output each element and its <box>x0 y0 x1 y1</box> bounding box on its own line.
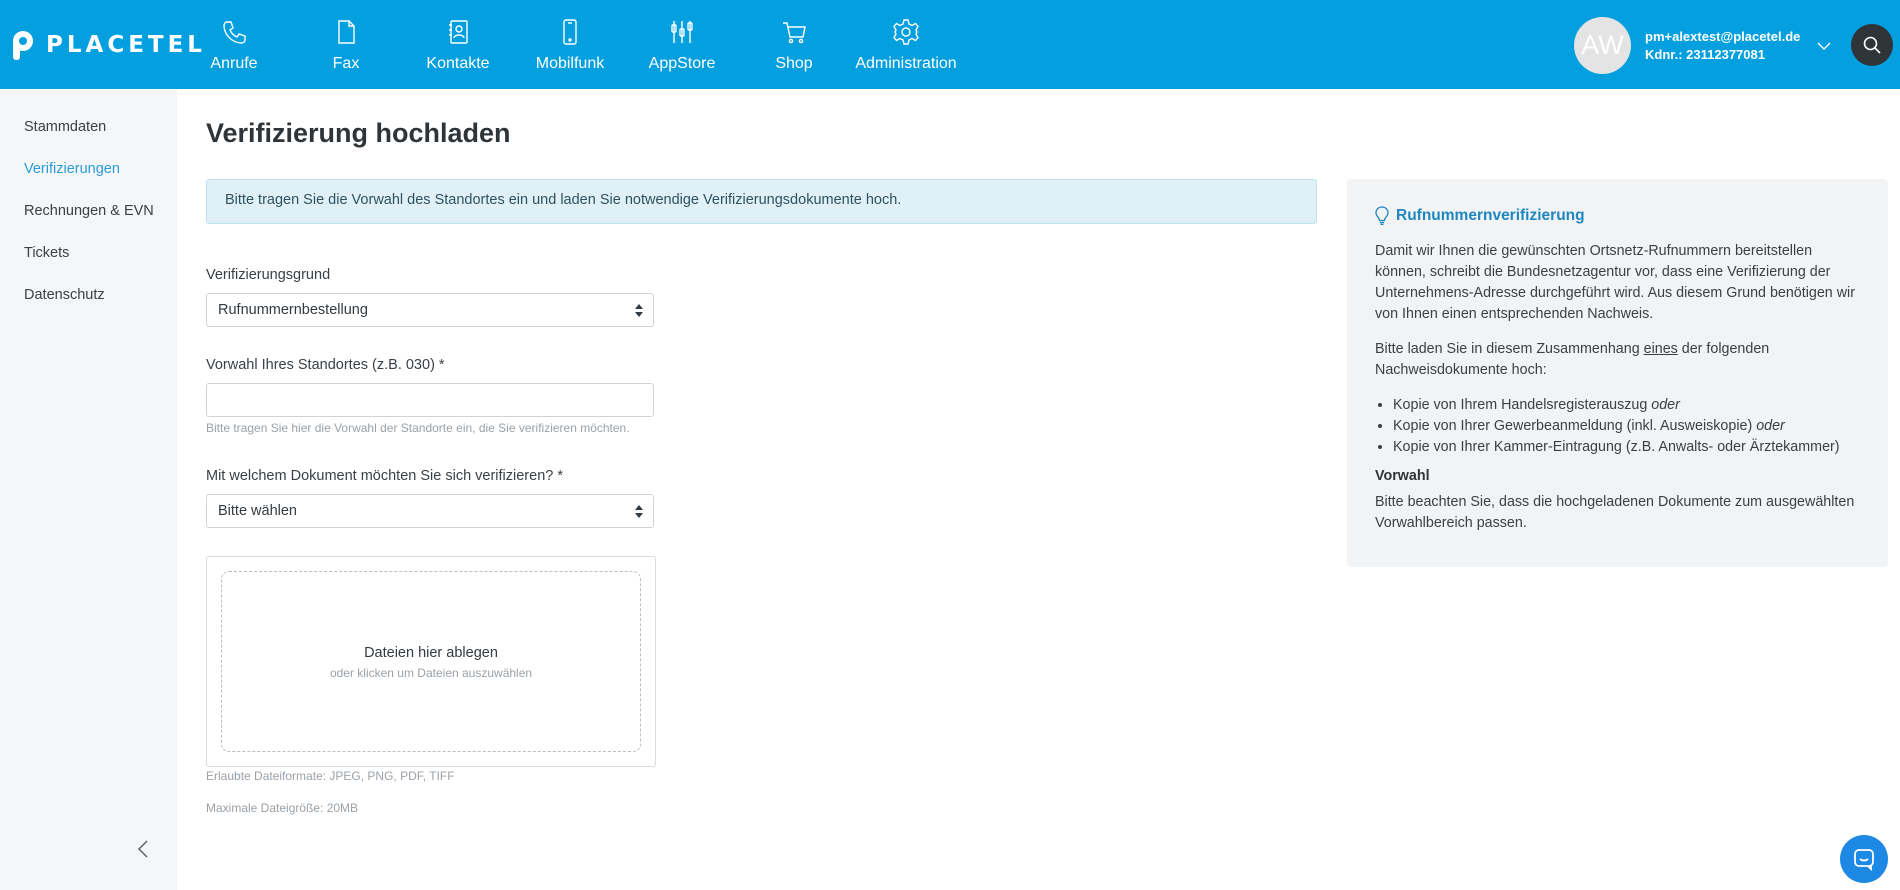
list-item-text: Kopie von Ihrem Handelsregisterauszug <box>1393 397 1652 413</box>
nav-label: Mobilfunk <box>535 55 605 72</box>
user-menu[interactable]: AW pm+alextest@placetel.de Kdnr.: 231123… <box>1574 17 1832 74</box>
info-alert: Bitte tragen Sie die Vorwahl des Standor… <box>206 179 1317 224</box>
info-p2-emphasis: eines <box>1643 341 1678 357</box>
chat-button[interactable] <box>1840 835 1888 883</box>
cart-icon <box>783 22 806 44</box>
search-button[interactable] <box>1851 24 1893 66</box>
info-paragraph-3: Bitte beachten Sie, dass die hochgeladen… <box>1375 494 1855 531</box>
nav-label: Anrufe <box>210 55 258 72</box>
nav-item-shop[interactable]: Shop <box>738 0 850 89</box>
max-file-size: Maximale Dateigröße: 20MB <box>206 801 359 815</box>
nav-item-fax[interactable]: Fax <box>290 0 402 89</box>
list-item: Kopie von Ihrem Handelsregisterauszug od… <box>1393 395 1860 416</box>
reason-select-value: Rufnummernbestellung <box>218 302 368 318</box>
verification-info-panel: Rufnummernverifizierung Damit wir Ihnen … <box>1347 179 1888 567</box>
info-subtitle: Vorwahl <box>1375 468 1430 484</box>
dropzone-title: Dateien hier ablegen <box>364 645 498 661</box>
appstore-icon <box>671 21 693 43</box>
sidebar-item-verifizierungen[interactable]: Verifizierungen <box>24 161 120 177</box>
dropzone-subtitle: oder klicken um Dateien auszuwählen <box>329 666 533 680</box>
info-title-text: Rufnummernverifizierung <box>1396 206 1585 224</box>
sidebar-item-stammdaten[interactable]: Stammdaten <box>24 119 106 135</box>
area-code-input[interactable] <box>206 383 654 417</box>
list-item-suffix: oder <box>1651 397 1680 413</box>
phone-icon <box>223 21 246 44</box>
placetel-logo[interactable]: PLACETEL <box>10 30 206 60</box>
document-icon <box>338 20 355 44</box>
info-paragraph-1: Damit wir Ihnen die gewünschten Ortsnetz… <box>1375 243 1855 322</box>
sidebar-item-rechnungen[interactable]: Rechnungen & EVN <box>24 203 154 219</box>
nav-label: Fax <box>332 55 360 72</box>
user-email: pm+alextest@placetel.de <box>1645 28 1801 44</box>
reason-label: Verifizierungsgrund <box>206 267 331 283</box>
lightbulb-icon <box>1375 206 1389 225</box>
sidebar-item-tickets[interactable]: Tickets <box>24 245 69 261</box>
page-title: Verifizierung hochladen <box>206 118 511 148</box>
reason-select[interactable]: Rufnummernbestellung <box>206 293 654 327</box>
file-dropzone[interactable]: Dateien hier ablegen oder klicken um Dat… <box>221 571 641 752</box>
placetel-logo-mark <box>13 31 33 60</box>
contacts-icon <box>449 20 468 44</box>
main-navigation: Anrufe Fax Kontakte Mobilfunk AppStore S… <box>178 0 962 89</box>
area-code-hint: Bitte tragen Sie hier die Vorwahl der St… <box>206 421 630 435</box>
info-paragraph-2: Bitte laden Sie in diesem Zusammenhang e… <box>1375 339 1860 381</box>
nav-item-kontakte[interactable]: Kontakte <box>402 0 514 89</box>
list-item-text: Kopie von Ihrer Gewerbeanmeldung (inkl. … <box>1393 418 1757 434</box>
sidebar: Stammdaten Verifizierungen Rechnungen & … <box>0 89 177 890</box>
nav-label: Shop <box>775 55 813 72</box>
nav-label: AppStore <box>648 55 716 72</box>
list-item-text: Kopie von Ihrer Kammer-Eintragung (z.B. … <box>1393 439 1840 455</box>
list-item-suffix: oder <box>1756 418 1785 434</box>
list-item: Kopie von Ihrer Kammer-Eintragung (z.B. … <box>1393 437 1860 458</box>
chat-icon <box>1854 849 1874 871</box>
select-arrows-icon <box>635 505 643 518</box>
collapse-sidebar-icon[interactable] <box>136 838 150 860</box>
nav-label: Administration <box>855 55 957 72</box>
area-code-label: Vorwahl Ihres Standortes (z.B. 030) * <box>206 357 445 373</box>
search-icon <box>1863 36 1881 54</box>
nav-item-administration[interactable]: Administration <box>850 0 962 89</box>
mobile-icon <box>563 19 577 45</box>
upload-box: Dateien hier ablegen oder klicken um Dat… <box>206 556 656 767</box>
user-info: pm+alextest@placetel.de Kdnr.: 231123770… <box>1645 28 1800 64</box>
info-p2-before: Bitte laden Sie in diesem Zusammenhang <box>1375 341 1644 357</box>
info-title: Rufnummernverifizierung <box>1375 206 1860 225</box>
nav-label: Kontakte <box>426 55 490 72</box>
nav-item-anrufe[interactable]: Anrufe <box>178 0 290 89</box>
top-navigation-bar: PLACETEL Anrufe Fax Kontakte Mobilfunk A… <box>0 0 1900 89</box>
select-arrows-icon <box>635 304 643 317</box>
gear-icon <box>893 19 919 45</box>
document-select[interactable]: Bitte wählen <box>206 494 654 528</box>
list-item: Kopie von Ihrer Gewerbeanmeldung (inkl. … <box>1393 416 1860 437</box>
allowed-formats: Erlaubte Dateiformate: JPEG, PNG, PDF, T… <box>206 769 455 783</box>
nav-item-mobilfunk[interactable]: Mobilfunk <box>514 0 626 89</box>
sidebar-item-datenschutz[interactable]: Datenschutz <box>24 287 105 303</box>
document-options-list: Kopie von Ihrem Handelsregisterauszug od… <box>1375 395 1860 458</box>
customer-number: Kdnr.: 23112377081 <box>1645 46 1765 62</box>
document-label: Mit welchem Dokument möchten Sie sich ve… <box>206 468 563 484</box>
chevron-down-icon <box>1817 42 1831 50</box>
avatar: AW <box>1574 17 1631 74</box>
nav-item-appstore[interactable]: AppStore <box>626 0 738 89</box>
document-select-value: Bitte wählen <box>218 503 297 519</box>
